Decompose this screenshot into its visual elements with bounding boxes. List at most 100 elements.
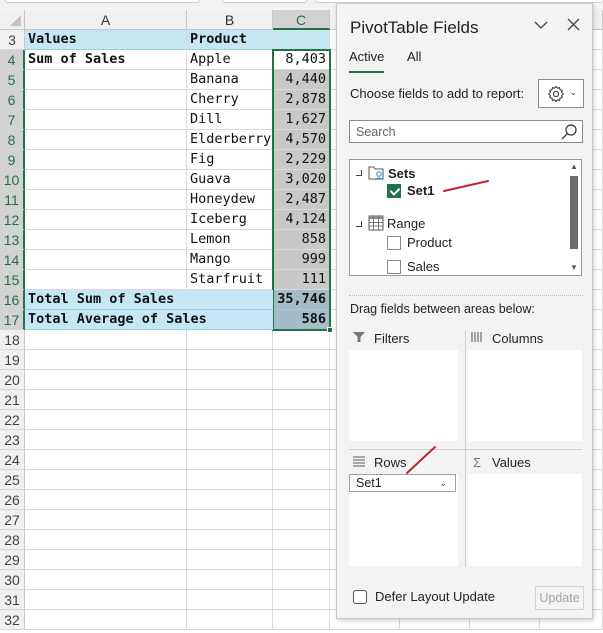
cell-c28[interactable]	[273, 530, 330, 550]
field-product[interactable]: Product	[387, 235, 452, 250]
cell-c29[interactable]	[273, 550, 330, 570]
values-drop-area[interactable]	[468, 474, 582, 566]
cell-a3[interactable]: Values	[25, 30, 187, 50]
cell-b32[interactable]	[187, 610, 273, 630]
cell-b31[interactable]	[187, 590, 273, 610]
cell-a32[interactable]	[25, 610, 187, 630]
tree-collapse-icon[interactable]	[356, 170, 362, 176]
row-header[interactable]: 28	[0, 530, 25, 550]
select-all-corner[interactable]	[0, 10, 25, 30]
cell-a24[interactable]	[25, 450, 187, 470]
fill-handle[interactable]	[327, 327, 333, 333]
product-checkbox[interactable]	[387, 235, 401, 250]
column-header-b[interactable]: B	[187, 10, 273, 30]
scroll-down-icon[interactable]: ▼	[569, 263, 579, 273]
cell-c6[interactable]: 2,878	[273, 90, 330, 110]
sales-checkbox[interactable]	[387, 259, 401, 274]
row-header[interactable]: 14	[0, 250, 25, 270]
cell-b29[interactable]	[187, 550, 273, 570]
cell-c5[interactable]: 4,440	[273, 70, 330, 90]
row-header[interactable]: 6	[0, 90, 25, 110]
cell-b15[interactable]: Starfruit	[187, 270, 273, 290]
close-icon[interactable]	[564, 18, 582, 36]
cell-c21[interactable]	[273, 390, 330, 410]
tab-all[interactable]: All	[407, 49, 421, 64]
cell-c18[interactable]	[273, 330, 330, 350]
row-header[interactable]: 22	[0, 410, 25, 430]
cell-c13[interactable]: 858	[273, 230, 330, 250]
cell-c24[interactable]	[273, 450, 330, 470]
filters-drop-area[interactable]	[349, 350, 458, 441]
row-header[interactable]: 19	[0, 350, 25, 370]
cell-b28[interactable]	[187, 530, 273, 550]
row-header[interactable]: 13	[0, 230, 25, 250]
row-header[interactable]: 7	[0, 110, 25, 130]
column-header-c[interactable]: C	[273, 10, 330, 30]
row-header[interactable]: 20	[0, 370, 25, 390]
row-header[interactable]: 27	[0, 510, 25, 530]
cell-b21[interactable]	[187, 390, 273, 410]
cell-a31[interactable]	[25, 590, 187, 610]
row-header[interactable]: 16	[0, 290, 25, 310]
cell-c22[interactable]	[273, 410, 330, 430]
cell-b9[interactable]: Fig	[187, 150, 273, 170]
row-header[interactable]: 29	[0, 550, 25, 570]
cell-b27[interactable]	[187, 510, 273, 530]
cell-c7[interactable]: 1,627	[273, 110, 330, 130]
update-button[interactable]: Update	[535, 586, 584, 610]
cell-a20[interactable]	[25, 370, 187, 390]
row-header[interactable]: 26	[0, 490, 25, 510]
chevron-down-icon[interactable]	[532, 18, 550, 36]
set1-checkbox[interactable]	[387, 183, 401, 198]
cell-a29[interactable]	[25, 550, 187, 570]
field-group-sets[interactable]: Sets	[368, 164, 415, 182]
cell-c32[interactable]	[273, 610, 330, 630]
cell-b13[interactable]: Lemon	[187, 230, 273, 250]
cell-c10[interactable]: 3,020	[273, 170, 330, 190]
field-list-scrollbar[interactable]: ▲ ▼	[569, 162, 579, 273]
cell-a26[interactable]	[25, 490, 187, 510]
cell-c17[interactable]: 586	[273, 310, 330, 330]
cell-a25[interactable]	[25, 470, 187, 490]
field-group-range[interactable]: Range	[368, 215, 425, 231]
cell-c23[interactable]	[273, 430, 330, 450]
cell-b10[interactable]: Guava	[187, 170, 273, 190]
cell-a23[interactable]	[25, 430, 187, 450]
cell-c12[interactable]: 4,124	[273, 210, 330, 230]
cell-b12[interactable]: Iceberg	[187, 210, 273, 230]
cell-b6[interactable]: Cherry	[187, 90, 273, 110]
row-header[interactable]: 18	[0, 330, 25, 350]
defer-layout-update[interactable]: Defer Layout Update	[353, 589, 495, 604]
search-icon[interactable]	[560, 123, 578, 141]
cell-a14[interactable]	[25, 250, 187, 270]
row-header[interactable]: 11	[0, 190, 25, 210]
name-box[interactable]	[5, 0, 200, 3]
cell-a30[interactable]	[25, 570, 187, 590]
cell-a18[interactable]	[25, 330, 187, 350]
cell-a15[interactable]	[25, 270, 187, 290]
cell-a8[interactable]	[25, 130, 187, 150]
field-sales[interactable]: Sales	[387, 259, 440, 274]
cell-b8[interactable]: Elderberry	[187, 130, 273, 150]
cell-c19[interactable]	[273, 350, 330, 370]
scroll-up-icon[interactable]: ▲	[569, 162, 579, 172]
row-header[interactable]: 25	[0, 470, 25, 490]
cell-a5[interactable]	[25, 70, 187, 90]
cell-a4[interactable]: Sum of Sales	[25, 50, 187, 70]
cell-c26[interactable]	[273, 490, 330, 510]
cell-b26[interactable]	[187, 490, 273, 510]
search-input[interactable]	[356, 123, 556, 140]
cell-c25[interactable]	[273, 470, 330, 490]
row-header[interactable]: 17	[0, 310, 25, 330]
columns-drop-area[interactable]	[468, 350, 582, 441]
cell-c30[interactable]	[273, 570, 330, 590]
cell-a21[interactable]	[25, 390, 187, 410]
field-settings-button[interactable]: ⌄	[538, 79, 584, 108]
cell-b7[interactable]: Dill	[187, 110, 273, 130]
cell-a17[interactable]: Total Average of Sales	[25, 310, 273, 330]
cell-a6[interactable]	[25, 90, 187, 110]
cell-b11[interactable]: Honeydew	[187, 190, 273, 210]
row-header[interactable]: 32	[0, 610, 25, 630]
cell-a28[interactable]	[25, 530, 187, 550]
cell-b20[interactable]	[187, 370, 273, 390]
